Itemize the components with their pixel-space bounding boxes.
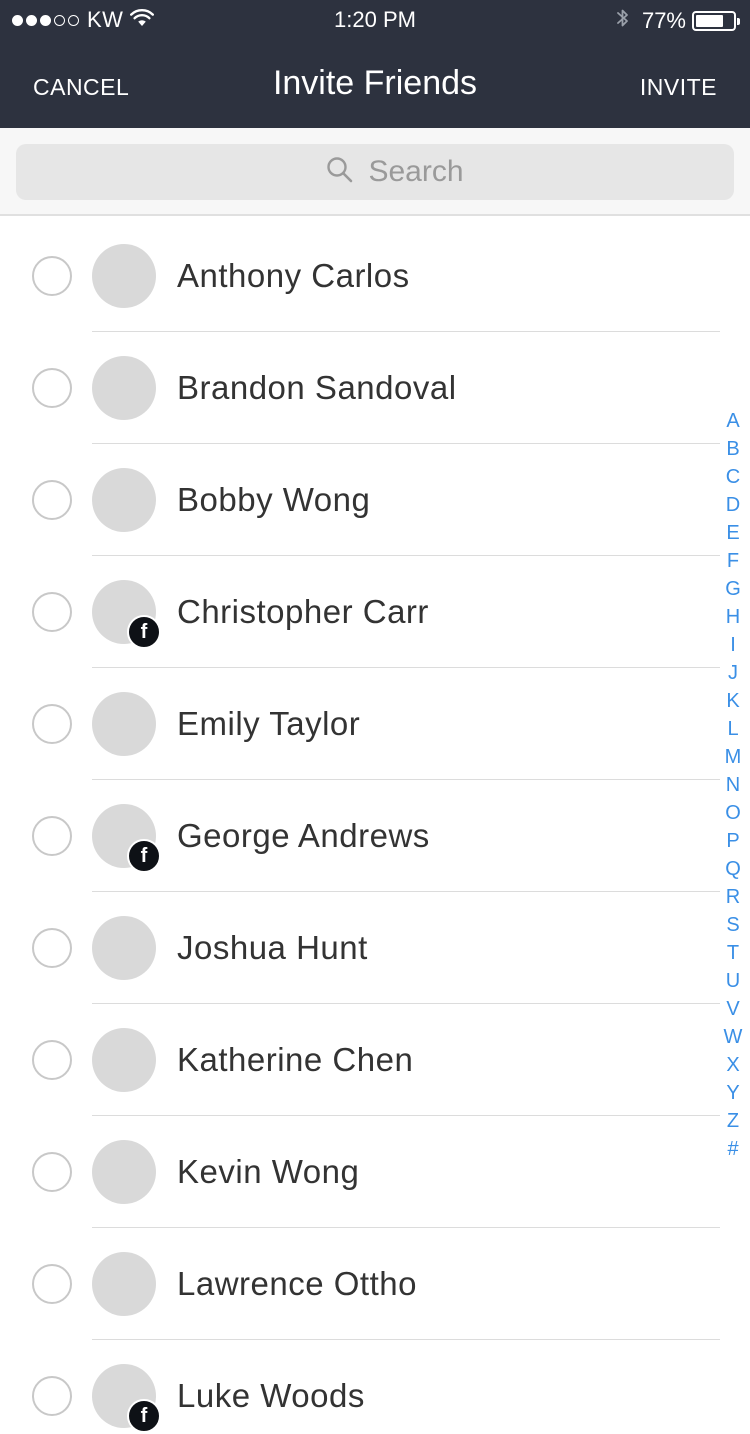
avatar: [92, 1140, 156, 1204]
avatar: [92, 356, 156, 420]
index-letter[interactable]: O: [725, 799, 741, 827]
page-title: Invite Friends: [272, 64, 478, 102]
facebook-icon: f: [127, 615, 161, 649]
contact-row[interactable]: Emily Taylor: [0, 668, 750, 780]
contact-row[interactable]: Bobby Wong: [0, 444, 750, 556]
index-letter[interactable]: R: [726, 883, 740, 911]
index-letter[interactable]: V: [726, 995, 739, 1023]
contact-row[interactable]: f George Andrews: [0, 780, 750, 892]
select-radio[interactable]: [32, 1152, 72, 1192]
contact-name: Bobby Wong: [177, 481, 371, 518]
avatar: [92, 692, 156, 756]
index-letter[interactable]: A: [726, 407, 739, 435]
facebook-icon: f: [127, 1399, 161, 1433]
contact-row[interactable]: Kevin Wong: [0, 1116, 750, 1228]
avatar: f: [92, 580, 161, 649]
bluetooth-icon: [616, 6, 630, 36]
select-radio[interactable]: [32, 704, 72, 744]
index-letter[interactable]: M: [725, 743, 742, 771]
index-letter[interactable]: #: [727, 1135, 738, 1163]
search-bar-container: Search: [0, 128, 750, 216]
select-radio[interactable]: [32, 1264, 72, 1304]
contact-row[interactable]: Anthony Carlos: [0, 220, 750, 332]
index-letter[interactable]: Q: [725, 855, 741, 883]
search-placeholder: Search: [368, 155, 464, 188]
contact-row[interactable]: f Luke Woods: [0, 1340, 750, 1434]
select-radio[interactable]: [32, 928, 72, 968]
index-letter[interactable]: G: [725, 575, 741, 603]
select-radio[interactable]: [32, 1376, 72, 1416]
index-letter[interactable]: H: [726, 603, 740, 631]
index-letter[interactable]: E: [726, 519, 739, 547]
select-radio[interactable]: [32, 480, 72, 520]
battery-icon: [692, 11, 740, 31]
navigation-bar: CANCEL Invite Friends INVITE: [0, 40, 750, 128]
avatar: [92, 1028, 156, 1092]
index-letter[interactable]: F: [727, 547, 739, 575]
select-radio[interactable]: [32, 1040, 72, 1080]
index-letter[interactable]: J: [728, 659, 738, 687]
index-letter[interactable]: X: [726, 1051, 739, 1079]
index-letter[interactable]: Y: [726, 1079, 739, 1107]
contact-name: Katherine Chen: [177, 1041, 414, 1078]
index-letter[interactable]: C: [726, 463, 740, 491]
invite-button[interactable]: INVITE: [640, 74, 717, 101]
battery-cap: [737, 18, 740, 25]
avatar: f: [92, 804, 161, 873]
avatar: [92, 468, 156, 532]
contact-row[interactable]: Joshua Hunt: [0, 892, 750, 1004]
contact-name: Anthony Carlos: [177, 257, 410, 294]
battery-level-fill: [696, 15, 723, 27]
index-letter[interactable]: U: [726, 967, 740, 995]
contact-name: George Andrews: [177, 817, 430, 854]
contact-row[interactable]: Katherine Chen: [0, 1004, 750, 1116]
contact-name: Joshua Hunt: [177, 929, 368, 966]
contact-name: Kevin Wong: [177, 1153, 360, 1190]
battery-percentage: 77%: [641, 8, 686, 33]
select-radio[interactable]: [32, 368, 72, 408]
select-radio[interactable]: [32, 592, 72, 632]
avatar: [92, 916, 156, 980]
status-bar: KW 1:20 PM 77%: [0, 0, 750, 40]
index-letter[interactable]: T: [727, 939, 739, 967]
select-radio[interactable]: [32, 816, 72, 856]
search-input[interactable]: Search: [16, 144, 734, 200]
status-right: 77%: [616, 6, 740, 36]
index-letter[interactable]: I: [730, 631, 736, 659]
index-letter[interactable]: Z: [727, 1107, 739, 1135]
header: KW 1:20 PM 77% CANCEL Invite Friends INV…: [0, 0, 750, 128]
contact-name: Christopher Carr: [177, 593, 429, 630]
avatar: [92, 1252, 156, 1316]
index-letter[interactable]: W: [724, 1023, 743, 1051]
contact-row[interactable]: Brandon Sandoval: [0, 332, 750, 444]
index-letter[interactable]: D: [726, 491, 740, 519]
facebook-icon: f: [127, 839, 161, 873]
index-letter[interactable]: N: [726, 771, 740, 799]
index-letter[interactable]: P: [726, 827, 739, 855]
contact-name: Emily Taylor: [177, 705, 361, 742]
search-icon: [326, 156, 354, 189]
alphabet-index[interactable]: A B C D E F G H I J K L M N O P Q R S T U V W X Y Z #: [722, 407, 744, 1163]
contact-name: Brandon Sandoval: [177, 369, 457, 406]
index-letter[interactable]: S: [726, 911, 739, 939]
index-letter[interactable]: L: [727, 715, 738, 743]
select-radio[interactable]: [32, 256, 72, 296]
avatar: [92, 244, 156, 308]
index-letter[interactable]: K: [726, 687, 739, 715]
contact-name: Lawrence Ottho: [177, 1265, 417, 1302]
contact-row[interactable]: Lawrence Ottho: [0, 1228, 750, 1340]
avatar: f: [92, 1364, 161, 1433]
index-letter[interactable]: B: [726, 435, 739, 463]
contact-row[interactable]: f Christopher Carr: [0, 556, 750, 668]
contact-name: Luke Woods: [177, 1377, 365, 1414]
contact-list: Anthony Carlos Brandon Sandoval Bobby Wong…: [0, 216, 750, 1434]
